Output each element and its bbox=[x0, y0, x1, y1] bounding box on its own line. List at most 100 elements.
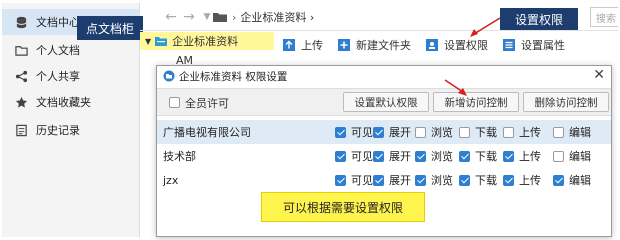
permission-label: 下载 bbox=[475, 150, 497, 163]
table-row[interactable]: 技术部 可见 展开 浏览 下载 上传 编辑 bbox=[157, 144, 611, 168]
set-default-permission-button[interactable]: 设置默认权限 bbox=[343, 92, 429, 112]
permission-cell: 编辑 bbox=[553, 168, 591, 192]
permission-checkbox[interactable] bbox=[335, 150, 346, 162]
callout-text: 设置权限 bbox=[514, 12, 563, 27]
permission-cell: 浏览 bbox=[415, 120, 453, 144]
permission-cell: 浏览 bbox=[415, 144, 453, 168]
callout-text: 可以根据需要设置权限 bbox=[282, 200, 403, 215]
permission-cell: 编辑 bbox=[553, 144, 591, 168]
permission-checkbox[interactable] bbox=[503, 126, 514, 138]
permission-checkbox[interactable] bbox=[553, 174, 564, 186]
permission-label: 上传 bbox=[519, 150, 541, 163]
property-icon bbox=[502, 38, 516, 52]
permission-checkbox[interactable] bbox=[459, 150, 470, 162]
all-allow-label: 全员许可 bbox=[185, 97, 229, 110]
arrow-icon bbox=[444, 79, 467, 96]
permission-cell: 浏览 bbox=[415, 168, 453, 192]
permission-dialog: 企业标准资料 权限设置 ✕ 全员许可 设置默认权限 新增访问控制 删除访问控制 … bbox=[156, 65, 612, 237]
plus-icon bbox=[337, 38, 351, 52]
callout-hint: 可以根据需要设置权限 bbox=[261, 192, 425, 222]
permission-cell: 可见 bbox=[335, 144, 373, 168]
back-icon[interactable]: ← bbox=[162, 9, 180, 25]
folder-icon bbox=[154, 35, 168, 47]
permission-label: 编辑 bbox=[569, 150, 591, 163]
dialog-title-bar: 企业标准资料 权限设置 bbox=[157, 66, 611, 86]
tree-item-root[interactable]: ▼ 企业标准资料 bbox=[140, 32, 274, 50]
sidebar-item-history[interactable]: 历史记录 bbox=[2, 117, 140, 143]
permission-cell: 可见 bbox=[335, 120, 373, 144]
breadcrumb[interactable]: › 企业标准资料 › bbox=[212, 7, 314, 27]
search-input[interactable]: 搜索 bbox=[590, 7, 618, 27]
all-allow-checkbox[interactable] bbox=[169, 97, 180, 108]
star-icon bbox=[14, 95, 28, 109]
sidebar-item-label: 文档中心 bbox=[36, 16, 80, 29]
breadcrumb-path[interactable]: 企业标准资料 › bbox=[240, 9, 314, 25]
table-row[interactable]: 广播电视有限公司 可见 展开 浏览 下载 上传 编辑 bbox=[157, 120, 611, 144]
set-permission-label: 设置权限 bbox=[444, 39, 488, 52]
button-label: 设置默认权限 bbox=[354, 96, 418, 109]
table-row[interactable]: jzx 可见 展开 浏览 下载 上传 编辑 bbox=[157, 168, 611, 192]
chevron-down-icon[interactable]: ▼ bbox=[145, 37, 151, 46]
permission-checkbox[interactable] bbox=[335, 126, 346, 138]
permission-cell: 可见 bbox=[335, 168, 373, 192]
permission-label: 可见 bbox=[351, 174, 373, 187]
permission-cell: 上传 bbox=[503, 168, 541, 192]
close-icon[interactable]: ✕ bbox=[593, 67, 605, 83]
permission-checkbox[interactable] bbox=[335, 174, 346, 186]
permission-checkbox[interactable] bbox=[553, 126, 564, 138]
permission-checkbox[interactable] bbox=[459, 174, 470, 186]
permission-label: 展开 bbox=[389, 150, 411, 163]
permission-checkbox[interactable] bbox=[415, 126, 426, 138]
permission-label: 编辑 bbox=[569, 174, 591, 187]
upload-button[interactable]: 上传 bbox=[282, 37, 323, 53]
permission-label: 上传 bbox=[519, 174, 541, 187]
permission-label: 下载 bbox=[475, 174, 497, 187]
set-property-button[interactable]: 设置属性 bbox=[502, 37, 565, 53]
permission-label: 展开 bbox=[389, 174, 411, 187]
permission-cell: 上传 bbox=[503, 144, 541, 168]
permission-checkbox[interactable] bbox=[415, 174, 426, 186]
history-icon bbox=[14, 123, 28, 137]
permission-label: 下载 bbox=[475, 126, 497, 139]
permission-label: 浏览 bbox=[431, 174, 453, 187]
sidebar-item-favorites[interactable]: 文档收藏夹 bbox=[2, 89, 140, 115]
callout-click-cabinet: 点文档柜 bbox=[77, 16, 143, 40]
permission-checkbox[interactable] bbox=[373, 126, 384, 138]
permission-checkbox[interactable] bbox=[459, 126, 470, 138]
permission-label: 浏览 bbox=[431, 150, 453, 163]
delete-access-control-button[interactable]: 删除访问控制 bbox=[523, 92, 609, 112]
sidebar-item-personal-share[interactable]: 个人共享 bbox=[2, 63, 140, 89]
dialog-title: 企业标准资料 权限设置 bbox=[179, 70, 288, 83]
breadcrumb-separator: › bbox=[232, 10, 237, 24]
permission-cell: 编辑 bbox=[553, 120, 591, 144]
permission-checkbox[interactable] bbox=[503, 174, 514, 186]
sidebar-item-label: 历史记录 bbox=[36, 124, 80, 137]
permission-cell: 上传 bbox=[503, 120, 541, 144]
principal-name: 广播电视有限公司 bbox=[163, 126, 251, 139]
new-folder-label: 新建文件夹 bbox=[356, 39, 411, 52]
permission-cell: 展开 bbox=[373, 144, 411, 168]
set-permission-button[interactable]: 设置权限 bbox=[425, 37, 488, 53]
permission-cell: 下载 bbox=[459, 120, 497, 144]
callout-text: 点文档柜 bbox=[85, 21, 134, 36]
tree-item-label: 企业标准资料 bbox=[172, 35, 239, 48]
permission-checkbox[interactable] bbox=[373, 150, 384, 162]
permission-cell: 下载 bbox=[459, 168, 497, 192]
set-property-label: 设置属性 bbox=[521, 39, 565, 52]
permission-checkbox[interactable] bbox=[415, 150, 426, 162]
toolbar: 上传 新建文件夹 设置权限 设置属性 bbox=[282, 34, 618, 56]
permission-checkbox[interactable] bbox=[553, 150, 564, 162]
sidebar-item-personal-docs[interactable]: 个人文档 bbox=[2, 37, 140, 63]
sidebar-item-label: 个人共享 bbox=[36, 70, 80, 83]
new-folder-button[interactable]: 新建文件夹 bbox=[337, 37, 411, 53]
permission-cell: 展开 bbox=[373, 120, 411, 144]
permission-label: 浏览 bbox=[431, 126, 453, 139]
button-label: 删除访问控制 bbox=[534, 96, 598, 109]
permission-label: 可见 bbox=[351, 150, 373, 163]
permission-label: 上传 bbox=[519, 126, 541, 139]
permission-checkbox[interactable] bbox=[503, 150, 514, 162]
forward-icon[interactable]: → bbox=[180, 9, 198, 25]
callout-set-permission: 设置权限 bbox=[500, 8, 578, 30]
permission-checkbox[interactable] bbox=[373, 174, 384, 186]
dialog-header: 全员许可 设置默认权限 新增访问控制 删除访问控制 bbox=[157, 88, 611, 116]
